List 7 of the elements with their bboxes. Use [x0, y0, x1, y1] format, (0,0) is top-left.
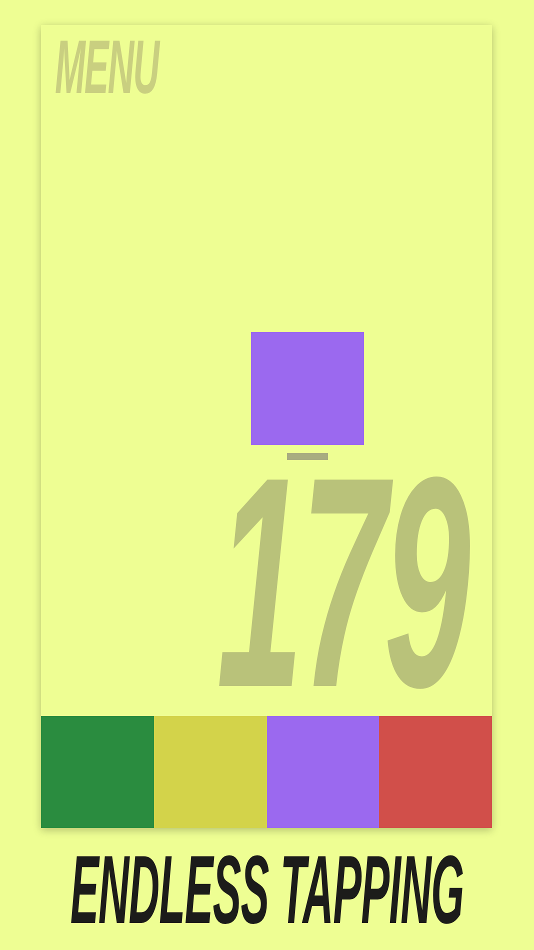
score: 179 — [217, 462, 468, 702]
color-button[interactable] — [379, 716, 492, 828]
timer-bar — [286, 453, 328, 460]
color-button[interactable] — [41, 716, 154, 828]
color-button[interactable] — [266, 716, 380, 828]
color-button[interactable] — [154, 716, 266, 828]
tagline: ENDLESS TAPPING — [70, 850, 464, 930]
